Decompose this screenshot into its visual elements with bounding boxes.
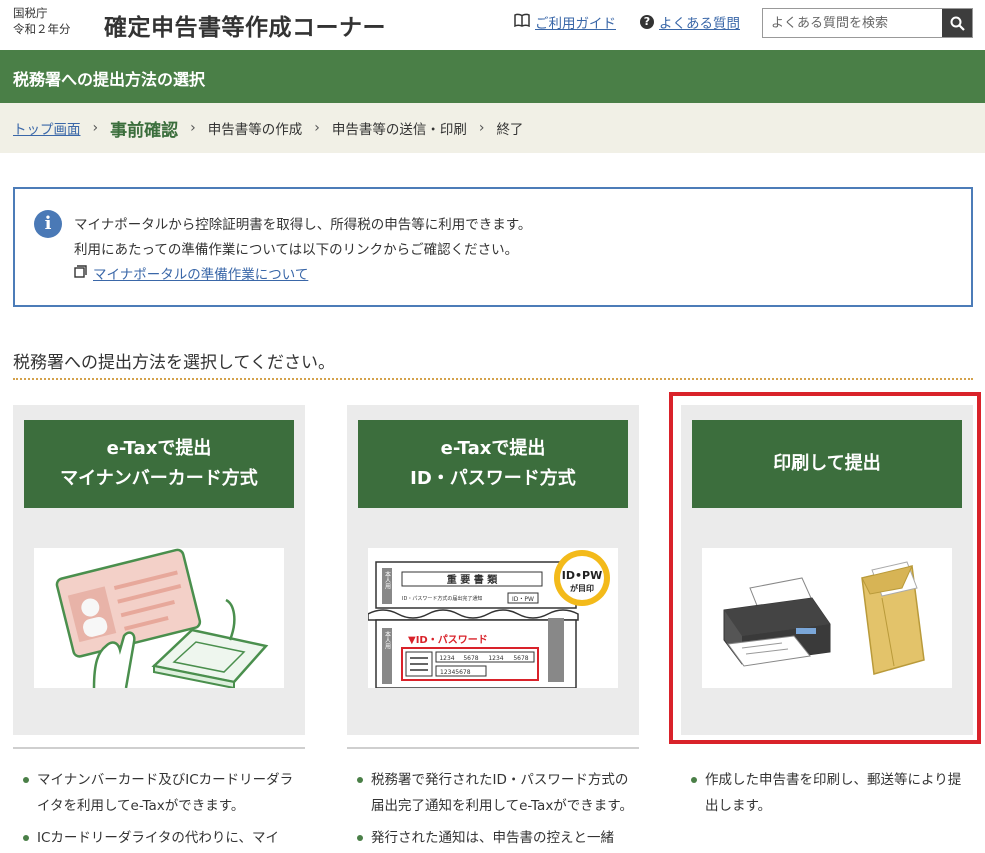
agency-name: 国税庁 bbox=[13, 6, 48, 20]
idpw-notice-illustration: 本人用 重 要 書 類 ID・パスワード方式の届出完了通知 ID・PW 本人用 … bbox=[368, 548, 618, 688]
breadcrumb-top[interactable]: トップ画面 bbox=[13, 118, 81, 138]
chevron-right-icon: › bbox=[478, 120, 485, 136]
page-heading-bar: 税務署への提出方法の選択 bbox=[0, 50, 985, 103]
faq-search-input[interactable] bbox=[763, 9, 942, 37]
card-divider bbox=[13, 747, 305, 749]
list-item: 作成した申告書を印刷し、郵送等により提出します。 bbox=[681, 767, 973, 819]
search-icon bbox=[950, 16, 965, 31]
card-button-line2: マイナンバーカード方式 bbox=[60, 468, 258, 489]
list-item: 発行された通知は、申告書の控えと一緒 bbox=[347, 825, 639, 851]
card-button-line2: ID・パスワード方式 bbox=[410, 468, 576, 489]
side-label-top: 本人用 bbox=[384, 570, 391, 590]
faq-search bbox=[762, 8, 973, 38]
list-item: ICカードリーダライタの代わりに、マイ bbox=[13, 825, 305, 851]
card-etax-mynumber: e-Taxで提出 マイナンバーカード方式 bbox=[13, 405, 305, 735]
etax-idpw-button[interactable]: e-Taxで提出 ID・パスワード方式 bbox=[358, 420, 628, 508]
num-2: 5678 bbox=[463, 655, 478, 662]
card-button-line1: e-Taxで提出 bbox=[440, 438, 546, 459]
chevron-right-icon: › bbox=[92, 120, 99, 136]
card-divider bbox=[347, 747, 639, 749]
info-link-wrapper[interactable]: マイナポータルの準備作業について bbox=[74, 263, 308, 283]
num-1: 1234 bbox=[439, 655, 454, 662]
faq-link-wrapper[interactable]: ? よくある質問 bbox=[640, 12, 740, 32]
badge-mark: が目印 bbox=[570, 583, 594, 593]
book-icon bbox=[514, 13, 530, 31]
search-button[interactable] bbox=[942, 9, 972, 37]
question-icon: ? bbox=[640, 15, 654, 29]
selected-card-highlight bbox=[669, 392, 981, 744]
card-etax-idpw-bullets: 税務署で発行されたID・パスワード方式の届出完了通知を利用してe-Taxができま… bbox=[347, 767, 639, 851]
info-text-1: マイナポータルから控除証明書を取得し、所得税の申告等に利用できます。 bbox=[74, 217, 532, 233]
app-title: 確定申告書等作成コーナー bbox=[104, 15, 386, 41]
card-print-bullets: 作成した申告書を印刷し、郵送等により提出します。 bbox=[681, 767, 973, 819]
doc-title: 重 要 書 類 bbox=[447, 573, 498, 586]
num-4: 5678 bbox=[513, 655, 528, 662]
myna-portal-prep-link[interactable]: マイナポータルの準備作業について bbox=[93, 263, 308, 283]
info-box: i マイナポータルから控除証明書を取得し、所得税の申告等に利用できます。 利用に… bbox=[13, 187, 973, 307]
mynumber-card-illustration bbox=[34, 548, 284, 688]
num-small: 12345678 bbox=[440, 669, 471, 676]
info-icon: i bbox=[34, 210, 62, 238]
breadcrumb-step-end: 終了 bbox=[496, 122, 524, 138]
guide-link-wrapper[interactable]: ご利用ガイド bbox=[514, 12, 616, 32]
breadcrumb: トップ画面 › 事前確認 › 申告書等の作成 › 申告書等の送信・印刷 › 終了 bbox=[0, 103, 985, 153]
info-text-2: 利用にあたっての準備作業については以下のリンクからご確認ください。 bbox=[74, 242, 519, 258]
chevron-right-icon: › bbox=[190, 120, 196, 136]
agency-label: 国税庁 令和２年分 bbox=[13, 5, 71, 37]
num-3: 1234 bbox=[488, 655, 503, 662]
chevron-right-icon: › bbox=[314, 120, 320, 136]
page-heading: 税務署への提出方法の選択 bbox=[13, 70, 206, 89]
side-label-bottom: 本人用 bbox=[384, 630, 391, 650]
card-button-line1: e-Taxで提出 bbox=[106, 438, 212, 459]
id-label: ▼ID・パスワード bbox=[408, 634, 488, 646]
card-etax-mynumber-bullets: マイナンバーカード及びICカードリーダライタを利用してe-Taxができます。 I… bbox=[13, 767, 305, 851]
breadcrumb-step-create: 申告書等の作成 bbox=[207, 122, 303, 138]
breadcrumb-step-send: 申告書等の送信・印刷 bbox=[331, 122, 467, 138]
tax-year: 令和２年分 bbox=[13, 22, 71, 36]
list-item: マイナンバーカード及びICカードリーダライタを利用してe-Taxができます。 bbox=[13, 767, 305, 819]
dotted-divider bbox=[13, 378, 973, 380]
doc-idpw-tag: ID・PW bbox=[512, 596, 534, 603]
badge-idpw: ID•PW bbox=[562, 569, 602, 582]
guide-link[interactable]: ご利用ガイド bbox=[535, 12, 616, 32]
card-etax-idpw: e-Taxで提出 ID・パスワード方式 本人用 重 要 書 類 ID・パスワード… bbox=[347, 405, 639, 735]
faq-link[interactable]: よくある質問 bbox=[659, 12, 740, 32]
section-title: 税務署への提出方法を選択してください。 bbox=[13, 353, 335, 373]
breadcrumb-current: 事前確認 bbox=[110, 120, 179, 141]
document-icon bbox=[74, 264, 87, 282]
doc-subtitle: ID・パスワード方式の届出完了通知 bbox=[402, 595, 482, 602]
list-item: 税務署で発行されたID・パスワード方式の届出完了通知を利用してe-Taxができま… bbox=[347, 767, 639, 819]
etax-mynumber-button[interactable]: e-Taxで提出 マイナンバーカード方式 bbox=[24, 420, 294, 508]
